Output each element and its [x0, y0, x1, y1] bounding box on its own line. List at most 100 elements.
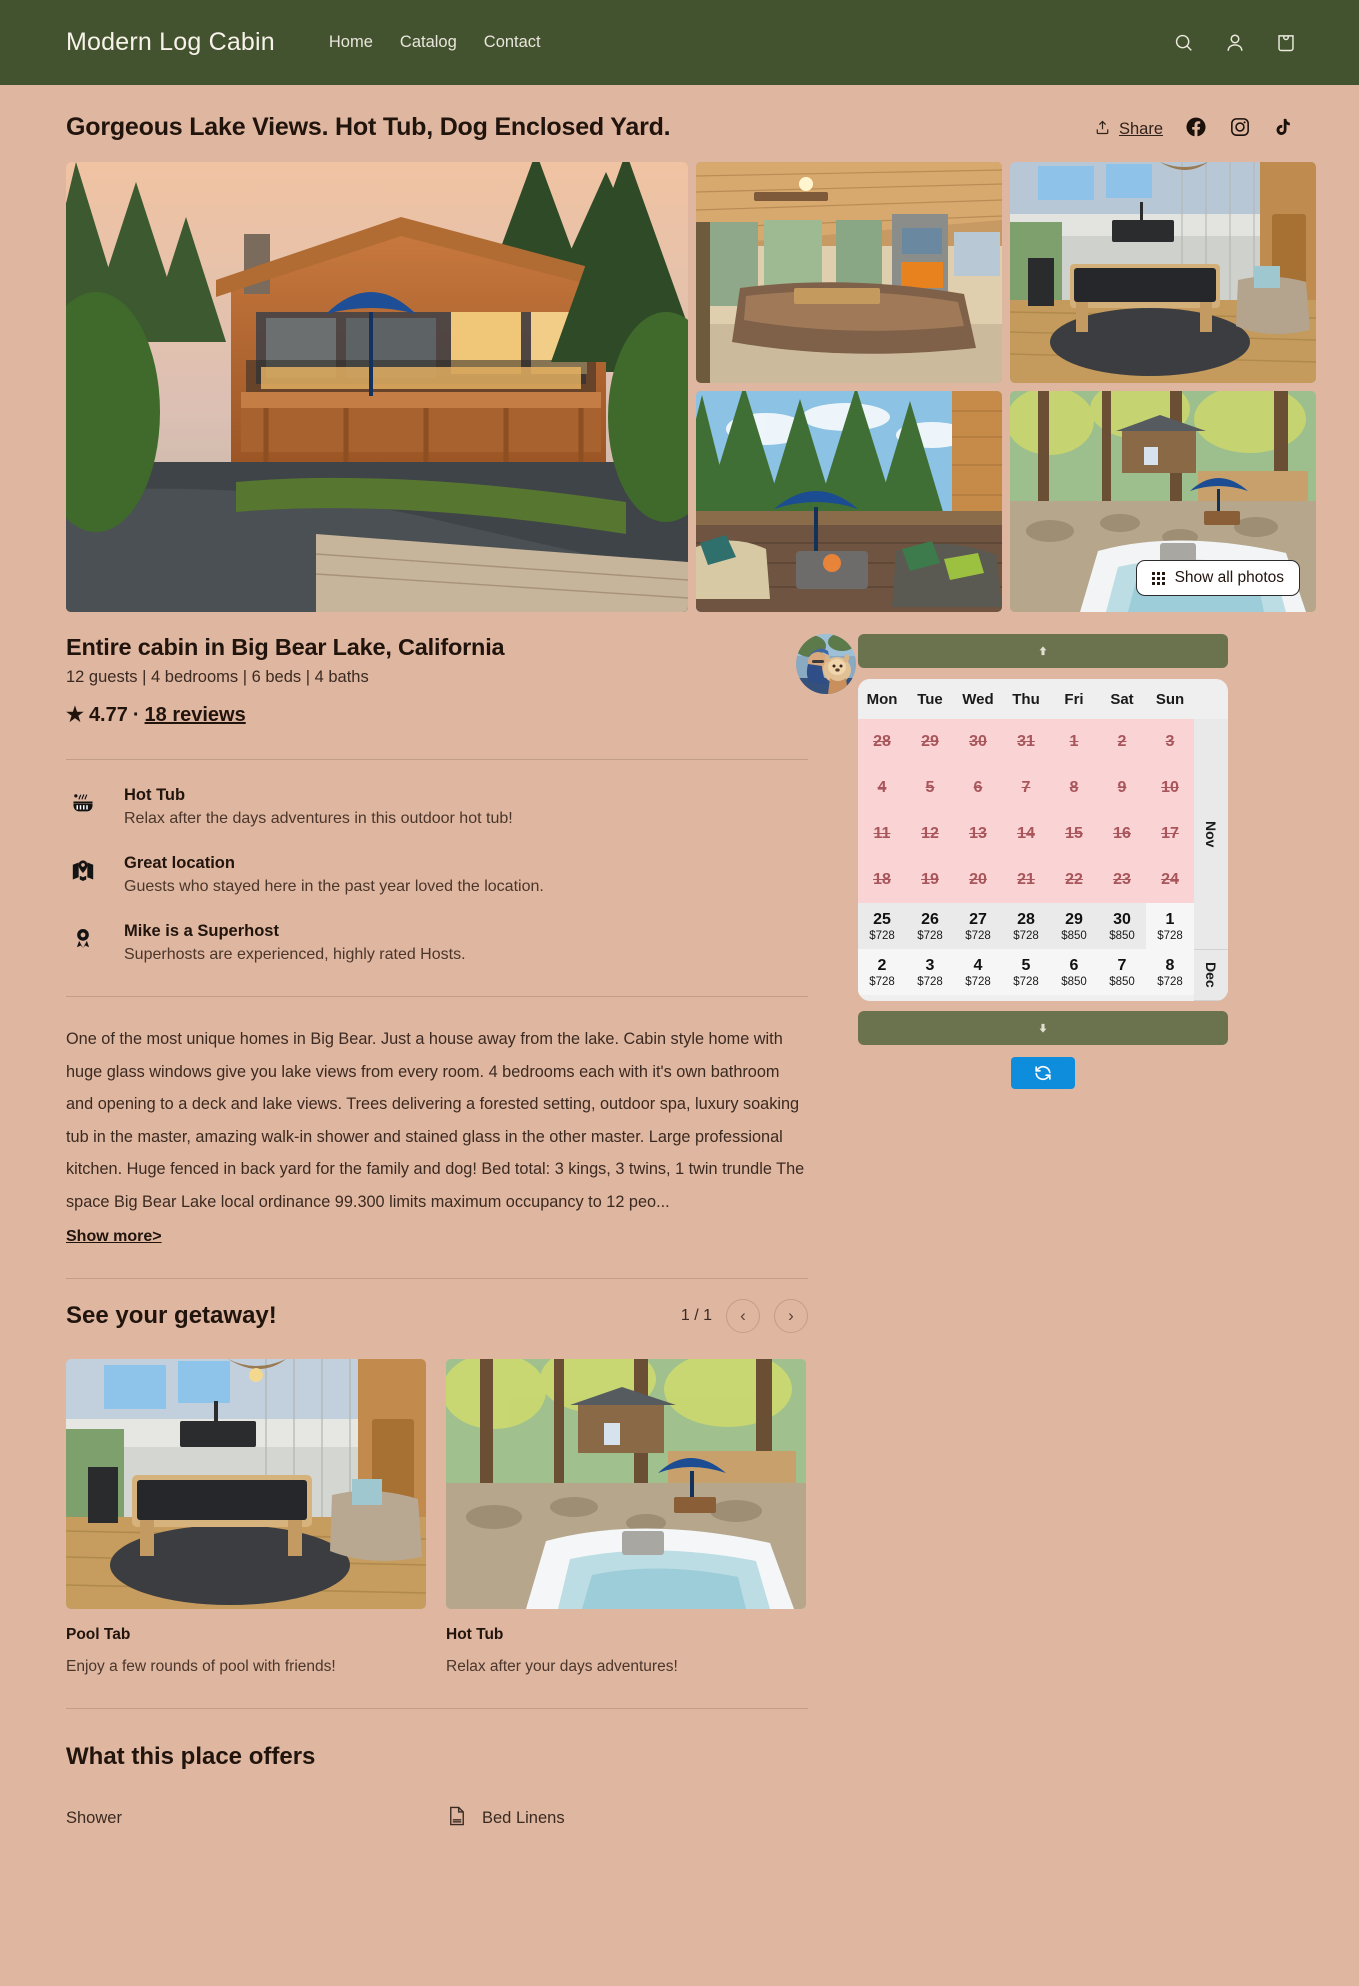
- calendar-day-cell[interactable]: 25 $728: [858, 903, 906, 949]
- share-upload-icon: [1094, 119, 1111, 141]
- feature-title: Great location: [124, 854, 235, 872]
- calendar-day-cell: 11: [858, 811, 906, 857]
- tiktok-icon[interactable]: [1273, 116, 1293, 143]
- grid-dots-icon: [1151, 571, 1165, 585]
- cart-icon[interactable]: [1275, 32, 1297, 54]
- getaway-card-title: Hot Tub: [446, 1626, 504, 1643]
- hot-tub-icon: [66, 786, 100, 816]
- calendar-day-cell: 13: [954, 811, 1002, 857]
- calendar-day-cell[interactable]: 3 $728: [906, 949, 954, 995]
- calendar-day-number: 31: [1017, 733, 1035, 750]
- calendar-day-cell: 21: [1002, 857, 1050, 903]
- calendar-day-number: 29: [1065, 910, 1083, 928]
- listing-subtitle: Entire cabin in Big Bear Lake, Californi…: [66, 634, 505, 660]
- reviews-link[interactable]: 18 reviews: [145, 704, 246, 727]
- getaway-title: See your getaway!: [66, 1302, 277, 1329]
- calendar-day-cell[interactable]: 29 $850: [1050, 903, 1098, 949]
- calendar-day-number: 3: [925, 956, 935, 974]
- calendar-day-number: 21: [1017, 871, 1035, 888]
- calendar-day-cell[interactable]: 28 $728: [1002, 903, 1050, 949]
- getaway-card-title: Pool Tab: [66, 1626, 131, 1643]
- nav-item-home[interactable]: Home: [329, 33, 373, 52]
- share-button[interactable]: Share: [1094, 119, 1163, 141]
- calendar-day-cell[interactable]: 2 $728: [858, 949, 906, 995]
- nav-item-contact[interactable]: Contact: [484, 33, 541, 52]
- share-group: Share: [1094, 113, 1293, 143]
- calendar-day-number: 27: [969, 910, 987, 928]
- calendar-day-number: 23: [1113, 871, 1131, 888]
- calendar-scroll-up-button[interactable]: [858, 634, 1228, 668]
- offer-item-bed-linens: Bed Linens: [446, 1805, 808, 1832]
- feature-item: Hot Tub Relax after the days adventures …: [66, 786, 808, 828]
- calendar-day-number: 5: [925, 779, 935, 796]
- month-label-dec: Dec: [1194, 950, 1228, 1001]
- calendar-day-cell[interactable]: 8 $728: [1146, 949, 1194, 995]
- carousel-next-button[interactable]: ›: [774, 1299, 808, 1333]
- calendar-refresh-button[interactable]: [1011, 1057, 1075, 1089]
- getaway-card-desc: Relax after your days adventures!: [446, 1658, 678, 1675]
- calendar-day-cell: 31: [1002, 719, 1050, 765]
- features-list: Hot Tub Relax after the days adventures …: [66, 760, 808, 964]
- show-more-link[interactable]: Show more>: [66, 1228, 162, 1246]
- calendar-day-cell: 22: [1050, 857, 1098, 903]
- getaway-card[interactable]: Hot Tub Relax after your days adventures…: [446, 1359, 806, 1676]
- calendar-day-cell[interactable]: 7 $850: [1098, 949, 1146, 995]
- calendar-day-cell[interactable]: 6 $850: [1050, 949, 1098, 995]
- weekday-sat: Sat: [1110, 690, 1134, 708]
- calendar-week-row: 11 12 13 14 15 16 17: [858, 811, 1194, 857]
- title-row: Gorgeous Lake Views. Hot Tub, Dog Enclos…: [66, 85, 1293, 143]
- gallery-photo-hot-tub[interactable]: Show all photos: [1010, 391, 1316, 612]
- calendar-day-cell: 30: [954, 719, 1002, 765]
- calendar-day-number: 17: [1161, 825, 1179, 842]
- carousel-prev-button[interactable]: ‹: [726, 1299, 760, 1333]
- content-columns: Entire cabin in Big Bear Lake, Californi…: [66, 634, 1293, 1832]
- calendar-day-cell[interactable]: 4 $728: [954, 949, 1002, 995]
- weekday-fri: Fri: [1064, 690, 1084, 708]
- instagram-icon[interactable]: [1229, 116, 1251, 143]
- calendar-day-cell[interactable]: 5 $728: [1002, 949, 1050, 995]
- star-icon: ★: [66, 704, 84, 726]
- calendar-day-number: 22: [1065, 871, 1083, 888]
- rating-separator: ·: [132, 704, 140, 726]
- facebook-icon[interactable]: [1185, 116, 1207, 143]
- gallery-photo-pool-table[interactable]: [1010, 162, 1316, 383]
- calendar-day-cell: 10: [1146, 765, 1194, 811]
- gallery-photo-living-room[interactable]: [696, 162, 1002, 383]
- page-body: Gorgeous Lake Views. Hot Tub, Dog Enclos…: [0, 85, 1359, 1832]
- calendar-day-cell: 5: [906, 765, 954, 811]
- calendar-day-number: 18: [873, 871, 891, 888]
- calendar-day-cell[interactable]: 1 $728: [1146, 903, 1194, 949]
- calendar-week-row: 2 $728 3 $728 4 $728 5 $728 6 $850 7 $850 8 $728: [858, 949, 1194, 995]
- calendar-day-cell: 19: [906, 857, 954, 903]
- calendar-day-number: 5: [1021, 956, 1031, 974]
- calendar-day-price: $728: [1157, 975, 1183, 988]
- divider-getaway: [66, 1708, 808, 1709]
- gallery-photo-deck[interactable]: [696, 391, 1002, 612]
- weekday-tue: Tue: [917, 690, 943, 708]
- gallery-main-photo[interactable]: [66, 162, 688, 612]
- calendar-day-price: $728: [1013, 975, 1039, 988]
- calendar-day-cell[interactable]: 30 $850: [1098, 903, 1146, 949]
- calendar-day-number: 19: [921, 871, 939, 888]
- offer-item-shower: Shower: [66, 1805, 446, 1832]
- calendar-day-price: $728: [917, 975, 943, 988]
- calendar-day-cell: 14: [1002, 811, 1050, 857]
- calendar-day-cell: 12: [906, 811, 954, 857]
- host-avatar[interactable]: [796, 634, 856, 694]
- calendar-day-cell: 4: [858, 765, 906, 811]
- show-all-photos-button[interactable]: Show all photos: [1135, 560, 1300, 596]
- nav-item-catalog[interactable]: Catalog: [400, 33, 457, 52]
- calendar-day-number: 2: [1117, 733, 1127, 750]
- calendar-day-cell: 15: [1050, 811, 1098, 857]
- getaway-card-image-pool: [66, 1359, 426, 1609]
- getaway-card[interactable]: Pool Tab Enjoy a few rounds of pool with…: [66, 1359, 426, 1676]
- search-icon[interactable]: [1173, 32, 1195, 54]
- calendar-day-number: 16: [1113, 825, 1131, 842]
- account-icon[interactable]: [1224, 32, 1246, 54]
- calendar-day-cell[interactable]: 27 $728: [954, 903, 1002, 949]
- calendar-day-price: $728: [1013, 929, 1039, 942]
- calendar-scroll-down-button[interactable]: [858, 1011, 1228, 1045]
- calendar-day-cell[interactable]: 26 $728: [906, 903, 954, 949]
- calendar-day-number: 4: [877, 779, 887, 796]
- weekday-sun: Sun: [1155, 690, 1185, 708]
